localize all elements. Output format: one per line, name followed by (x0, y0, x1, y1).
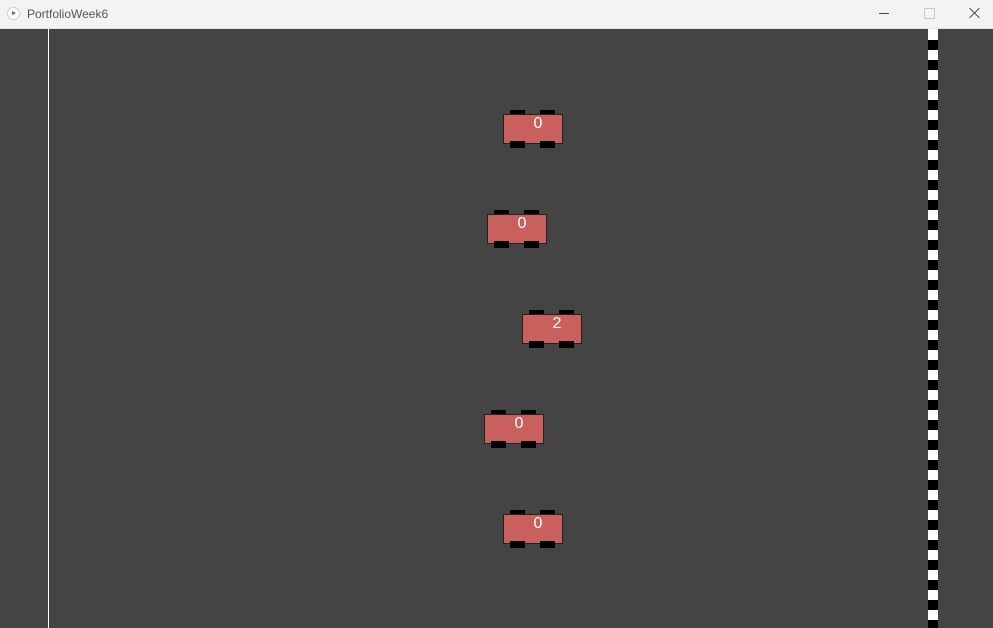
race-car: 0 (484, 410, 544, 448)
wheel (510, 141, 525, 148)
race-car: 0 (487, 210, 547, 248)
car-label: 2 (552, 315, 562, 332)
wheel (540, 541, 555, 548)
wheel (491, 441, 506, 448)
car-label: 0 (517, 215, 527, 232)
wheel (529, 341, 544, 348)
wheel (540, 141, 555, 148)
wheel (521, 441, 536, 448)
minimize-button[interactable] (861, 0, 907, 28)
race-car: 0 (503, 110, 563, 148)
wheel (494, 241, 509, 248)
car-label: 0 (514, 415, 524, 432)
title-bar[interactable]: PortfolioWeek6 (0, 0, 993, 29)
car-label: 0 (533, 115, 543, 132)
race-car: 2 (522, 310, 582, 348)
maximize-icon (924, 8, 935, 19)
close-button[interactable] (952, 0, 993, 28)
race-car: 0 (503, 510, 563, 548)
finish-line (928, 29, 938, 628)
maximize-button[interactable] (906, 0, 952, 28)
wheel (559, 341, 574, 348)
race-track: 0 0 2 0 0 (0, 29, 993, 628)
wheel (510, 541, 525, 548)
car-label: 0 (533, 515, 543, 532)
window-title: PortfolioWeek6 (27, 7, 109, 21)
app-icon (7, 7, 20, 20)
start-line (48, 29, 49, 628)
close-icon (969, 7, 981, 19)
minimize-icon (879, 13, 889, 14)
wheel (524, 241, 539, 248)
app-window: PortfolioWeek6 0 0 2 0 0 (0, 0, 993, 628)
